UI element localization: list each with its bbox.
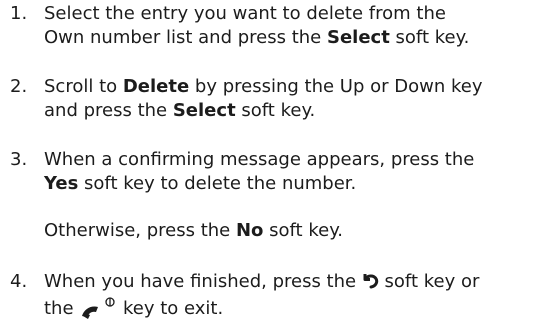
step-2: 2. Scroll to Delete by pressing the Up o… — [10, 75, 549, 122]
emphasis: Select — [172, 99, 236, 121]
step-line: When you have finished, press the soft k… — [44, 270, 549, 296]
text: When a confirming message appears, press… — [44, 149, 475, 170]
step-number: 2. — [10, 76, 28, 97]
step-line: Own number list and press the Select sof… — [44, 26, 549, 50]
text: soft key or — [378, 271, 480, 292]
text: by pressing the Up or Down key — [189, 76, 483, 97]
end-power-key-icon — [79, 296, 117, 320]
text: When you have finished, press the — [44, 271, 362, 292]
text: soft key. — [235, 99, 316, 121]
text: soft key to delete the number. — [78, 172, 357, 194]
text: and press the — [44, 99, 173, 121]
text: soft key. — [389, 26, 470, 48]
step-1: 1. Select the entry you want to delete f… — [10, 2, 549, 49]
text: Otherwise, press the — [44, 220, 236, 241]
step-4: 4. When you have finished, press the sof… — [10, 270, 549, 320]
text: key to exit. — [117, 297, 224, 319]
text: Own number list and press the — [44, 26, 327, 48]
step-line: and press the Select soft key. — [44, 99, 549, 123]
back-arrow-icon — [362, 272, 379, 296]
text: soft key. — [263, 220, 343, 241]
step-text: Select the entry you want to delete from… — [44, 2, 549, 49]
emphasis: Delete — [122, 76, 190, 97]
step-number: 4. — [10, 271, 28, 292]
emphasis: Yes — [44, 172, 79, 194]
text: the — [44, 297, 80, 319]
step-3-note: Otherwise, press the No soft key. — [44, 219, 343, 243]
step-text: Scroll to Delete by pressing the Up or D… — [44, 75, 549, 122]
step-line: Select the entry you want to delete from… — [44, 2, 549, 26]
step-text: When a confirming message appears, press… — [44, 148, 549, 195]
text: Select the entry you want to delete from… — [44, 3, 446, 24]
step-number: 3. — [10, 149, 28, 170]
emphasis: Select — [326, 26, 390, 48]
emphasis: No — [235, 220, 264, 241]
step-text: When you have finished, press the soft k… — [44, 270, 549, 320]
step-line: Scroll to Delete by pressing the Up or D… — [44, 75, 549, 99]
step-line: the key to exit. — [44, 296, 549, 321]
step-line: Yes soft key to delete the number. — [44, 172, 549, 196]
step-3: 3. When a confirming message appears, pr… — [10, 148, 549, 195]
step-line: When a confirming message appears, press… — [44, 148, 549, 172]
text: Scroll to — [44, 76, 123, 97]
step-number: 1. — [10, 3, 28, 24]
